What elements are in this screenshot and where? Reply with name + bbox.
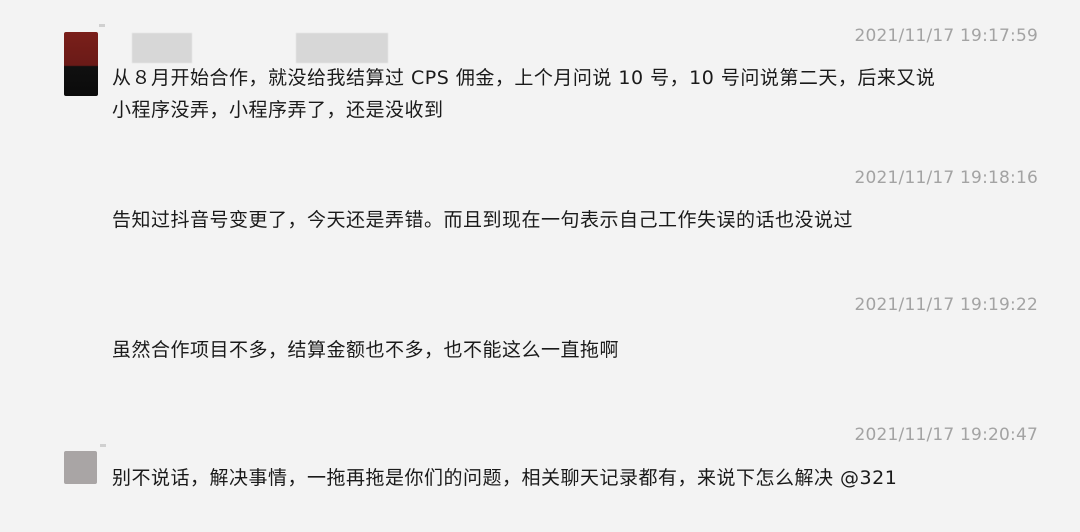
chat-history: 2021/11/17 19:17:59 从８月开始合作，就没给我结算过 CPS … — [0, 0, 1080, 532]
redacted-name — [296, 33, 388, 63]
message-line: 告知过抖音号变更了，今天还是弄错。而且到现在一句表示自己工作失误的话也没说过 — [112, 209, 854, 231]
message-timestamp: 2021/11/17 19:17:59 — [854, 26, 1038, 46]
message-text[interactable]: 别不说话，解决事情，一拖再拖是你们的问题，相关聊天记录都有，来说下怎么解决 @3… — [112, 462, 1052, 494]
avatar[interactable] — [64, 32, 98, 96]
decorative-mark — [99, 24, 105, 27]
message-line: 从８月开始合作，就没给我结算过 CPS 佣金，上个月问说 10 号，10 号问说… — [112, 67, 936, 89]
message-text[interactable]: 从８月开始合作，就没给我结算过 CPS 佣金，上个月问说 10 号，10 号问说… — [112, 62, 1052, 126]
message-line: 小程序没弄，小程序弄了，还是没收到 — [112, 99, 444, 121]
message-timestamp: 2021/11/17 19:18:16 — [854, 168, 1038, 188]
message-timestamp: 2021/11/17 19:20:47 — [854, 425, 1038, 445]
redacted-name — [132, 33, 192, 63]
message-timestamp: 2021/11/17 19:19:22 — [854, 295, 1038, 315]
message-text[interactable]: 虽然合作项目不多，结算金额也不多，也不能这么一直拖啊 — [112, 334, 1052, 366]
avatar[interactable] — [64, 451, 97, 484]
message-line: 别不说话，解决事情，一拖再拖是你们的问题，相关聊天记录都有，来说下怎么解决 @3… — [112, 467, 898, 489]
decorative-mark — [100, 444, 106, 447]
message-line: 虽然合作项目不多，结算金额也不多，也不能这么一直拖啊 — [112, 339, 620, 361]
message-text[interactable]: 告知过抖音号变更了，今天还是弄错。而且到现在一句表示自己工作失误的话也没说过 — [112, 204, 1052, 236]
